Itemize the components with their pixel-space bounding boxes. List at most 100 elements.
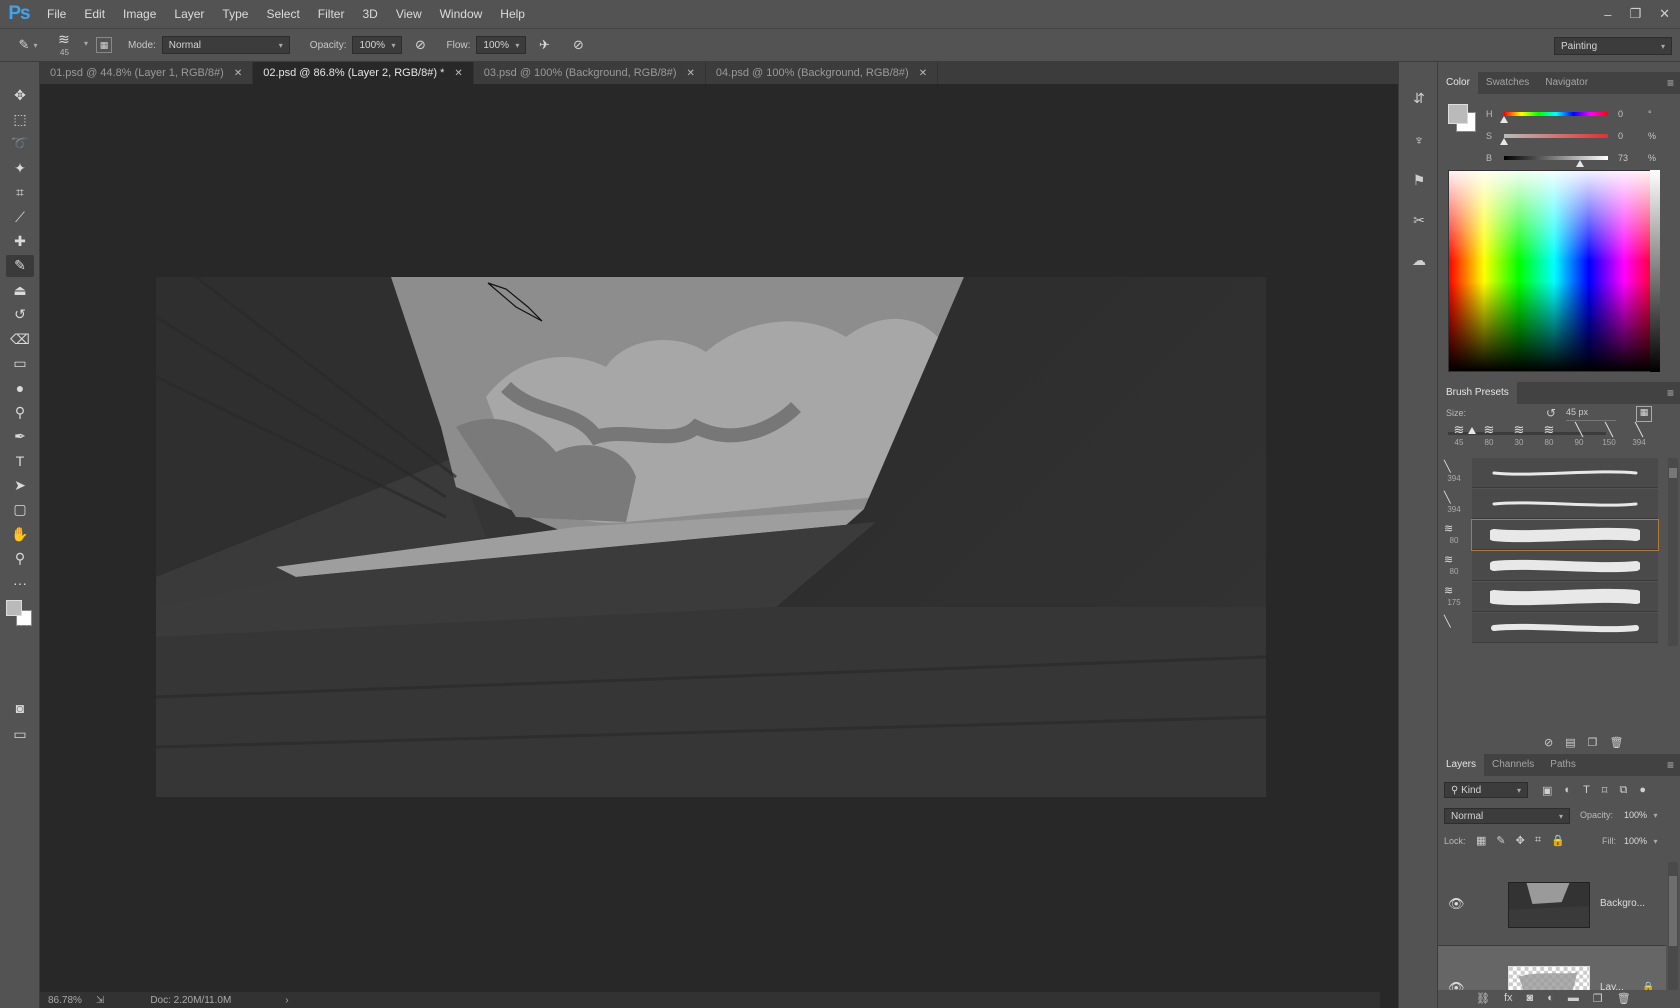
brush-panel-toggle-icon[interactable]: ▦ xyxy=(96,37,112,53)
layer-row-active[interactable]: 👁 Lay... 🔒 xyxy=(1438,946,1666,990)
document-tab[interactable]: 03.psd @ 100% (Background, RGB/8#) ✕ xyxy=(474,62,706,84)
crop-tool-icon[interactable]: ⌗ xyxy=(6,182,34,204)
workspace-select[interactable]: Painting ▾ xyxy=(1554,37,1672,55)
gradient-tool-icon[interactable]: ▭ xyxy=(6,352,34,374)
lock-artboard-icon[interactable]: ⌗ xyxy=(1535,834,1541,847)
visibility-eye-icon[interactable]: 👁 xyxy=(1448,896,1465,912)
filter-adjustment-icon[interactable]: ◐ xyxy=(1564,784,1571,797)
brush-settings-icon[interactable]: ♆ xyxy=(1407,128,1431,152)
clone-source-icon[interactable]: ⚑ xyxy=(1407,168,1431,192)
new-preset-icon[interactable]: ▦ xyxy=(1636,406,1652,422)
move-tool-icon[interactable]: ✥ xyxy=(6,84,34,106)
menu-image[interactable]: Image xyxy=(114,0,165,28)
eyedropper-tool-icon[interactable]: ⟋ xyxy=(6,206,34,228)
pen-tool-icon[interactable]: ✒ xyxy=(6,426,34,448)
tab-swatches[interactable]: Swatches xyxy=(1478,72,1537,94)
brush-preset-row[interactable]: ╲ 394 xyxy=(1438,458,1660,488)
brush-preset-row[interactable]: ≋ 80 xyxy=(1438,519,1660,551)
brush-list-scrollbar[interactable] xyxy=(1668,458,1678,646)
grayscale-ramp[interactable] xyxy=(1650,170,1660,372)
add-mask-icon[interactable]: ◙ xyxy=(1527,992,1534,1005)
saturation-slider[interactable]: S 0% xyxy=(1486,128,1676,145)
restore-button[interactable]: ❐ xyxy=(1629,6,1641,22)
tool-presets-icon[interactable]: ✂ xyxy=(1407,208,1431,232)
dodge-tool-icon[interactable]: ⚲ xyxy=(6,401,34,423)
recent-brush[interactable]: ╲ 394 xyxy=(1624,422,1654,456)
lock-position-icon[interactable]: ✥ xyxy=(1516,834,1525,847)
close-window-button[interactable]: ✕ xyxy=(1659,6,1670,22)
adjustment-layer-icon[interactable]: ◐ xyxy=(1547,992,1554,1005)
magic-wand-tool-icon[interactable]: ✦ xyxy=(6,157,34,179)
rectangle-tool-icon[interactable]: ▢ xyxy=(6,499,34,521)
history-panel-icon[interactable]: ⇵ xyxy=(1407,86,1431,110)
tab-navigator[interactable]: Navigator xyxy=(1537,72,1596,94)
link-layers-icon[interactable]: ⛓ xyxy=(1476,992,1490,1005)
marquee-tool-icon[interactable]: ⬚ xyxy=(6,108,34,130)
brush-picker[interactable]: ≋ 45 ▾ xyxy=(54,31,88,59)
fill-field[interactable]: 100% ▾ xyxy=(1624,836,1658,846)
pressure-opacity-icon[interactable]: ⊘ xyxy=(410,35,430,55)
eraser-tool-icon[interactable]: ⌫ xyxy=(6,328,34,350)
close-tab-icon[interactable]: ✕ xyxy=(234,68,242,79)
flow-field[interactable]: 100% ▾ xyxy=(476,36,527,54)
panel-menu-icon[interactable]: ≡ xyxy=(1667,758,1674,772)
filter-pixel-icon[interactable]: ▣ xyxy=(1542,784,1552,797)
libraries-icon[interactable]: ☁ xyxy=(1407,248,1431,272)
document-canvas[interactable] xyxy=(156,277,1266,797)
filter-toggle-icon[interactable]: ● xyxy=(1639,784,1646,797)
screen-mode-icon[interactable]: ▭ xyxy=(6,723,34,745)
close-tab-icon[interactable]: ✕ xyxy=(454,68,462,79)
menu-window[interactable]: Window xyxy=(431,0,492,28)
tab-paths[interactable]: Paths xyxy=(1542,754,1584,776)
more-tools-icon[interactable]: ··· xyxy=(6,572,34,594)
menu-3d[interactable]: 3D xyxy=(353,0,386,28)
type-tool-icon[interactable]: T xyxy=(6,450,34,472)
foreground-color-swatch[interactable] xyxy=(6,600,22,616)
healing-brush-tool-icon[interactable]: ✚ xyxy=(6,230,34,252)
clone-stamp-tool-icon[interactable]: ⏏ xyxy=(6,279,34,301)
layer-row-background[interactable]: 👁 Backgro... xyxy=(1438,862,1666,946)
filter-type-icon[interactable]: T xyxy=(1583,784,1590,797)
recent-brush[interactable]: ╲ 90 xyxy=(1564,422,1594,456)
lasso-tool-icon[interactable]: ➰ xyxy=(6,133,34,155)
menu-layer[interactable]: Layer xyxy=(165,0,213,28)
new-group-icon[interactable]: ▬ xyxy=(1568,992,1579,1005)
brush-preset-row[interactable]: ≋ 80 xyxy=(1438,551,1660,581)
close-tab-icon[interactable]: ✕ xyxy=(687,68,695,79)
lock-image-icon[interactable]: ✎ xyxy=(1496,834,1505,847)
close-tab-icon[interactable]: ✕ xyxy=(919,68,927,79)
tab-layers[interactable]: Layers xyxy=(1438,754,1485,776)
minimize-button[interactable]: – xyxy=(1604,7,1611,22)
status-menu-arrow-icon[interactable]: › xyxy=(285,995,288,1006)
recent-brush[interactable]: ≋ 80 xyxy=(1474,422,1504,456)
reset-size-icon[interactable]: ↺ xyxy=(1546,406,1556,420)
zoom-readout[interactable]: 86.78% xyxy=(48,995,82,1006)
layer-opacity-field[interactable]: 100% ▾ xyxy=(1624,810,1658,820)
tab-channels[interactable]: Channels xyxy=(1484,754,1542,776)
panel-menu-icon[interactable]: ≡ xyxy=(1667,76,1674,90)
zoom-tool-icon[interactable]: ⚲ xyxy=(6,548,34,570)
menu-file[interactable]: File xyxy=(38,0,75,28)
filter-smart-object-icon[interactable]: ⧉ xyxy=(1619,784,1627,797)
document-tab[interactable]: 04.psd @ 100% (Background, RGB/8#) ✕ xyxy=(706,62,939,84)
lock-transparent-icon[interactable]: ▦ xyxy=(1476,834,1486,847)
brush-preset-row[interactable]: ≋ 175 xyxy=(1438,582,1660,612)
menu-help[interactable]: Help xyxy=(491,0,534,28)
tab-brush-presets[interactable]: Brush Presets xyxy=(1438,382,1517,404)
path-selection-tool-icon[interactable]: ➤ xyxy=(6,474,34,496)
document-tab[interactable]: 01.psd @ 44.8% (Layer 1, RGB/8#) ✕ xyxy=(40,62,254,84)
layer-kind-filter[interactable]: ⚲ Kind ▾ xyxy=(1444,782,1528,798)
recent-brush[interactable]: ╲ 150 xyxy=(1594,422,1624,456)
layer-blend-mode[interactable]: Normal ▾ xyxy=(1444,808,1570,824)
hue-slider[interactable]: H 0 ° xyxy=(1486,106,1676,123)
menu-filter[interactable]: Filter xyxy=(309,0,354,28)
airbrush-icon[interactable]: ✈ xyxy=(534,35,554,55)
recent-brush[interactable]: ≋ 30 xyxy=(1504,422,1534,456)
lock-all-icon[interactable]: 🔒 xyxy=(1551,834,1565,847)
visibility-eye-icon[interactable]: 👁 xyxy=(1448,980,1465,990)
recent-brush[interactable]: ≋ 45 xyxy=(1444,422,1474,456)
menu-view[interactable]: View xyxy=(387,0,431,28)
layer-style-icon[interactable]: fx xyxy=(1504,992,1513,1005)
export-icon[interactable]: ⇲ xyxy=(96,995,104,1006)
menu-type[interactable]: Type xyxy=(213,0,257,28)
